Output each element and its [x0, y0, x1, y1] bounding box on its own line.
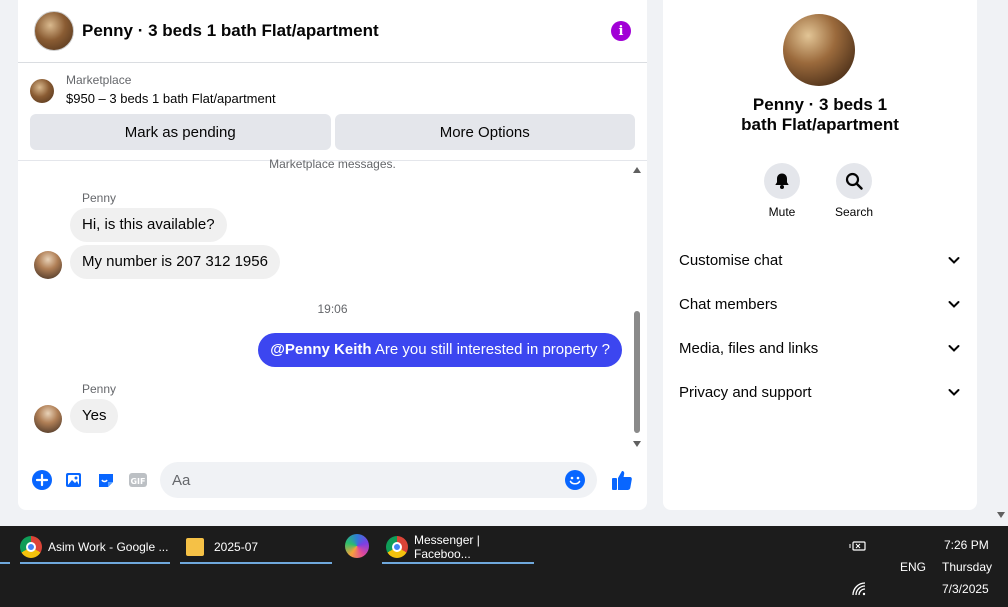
page-scroll-down-arrow[interactable]	[997, 512, 1005, 518]
message-list[interactable]: Marketplace messages. Penny Hi, is this …	[18, 157, 647, 448]
taskbar-item-chrome-work[interactable]: Asim Work - Google ...	[20, 532, 170, 564]
clock-day[interactable]: Thursday	[942, 560, 992, 574]
task-label: 2025-07	[214, 540, 259, 554]
marketplace-bar: Marketplace $950 – 3 beds 1 bath Flat/ap…	[18, 63, 647, 150]
chat-info-panel: Penny · 3 beds 1 bath Flat/apartment Mut…	[663, 0, 977, 510]
section-label: Customise chat	[679, 251, 783, 269]
message-scrollbar[interactable]	[633, 165, 642, 447]
section-privacy-support[interactable]: Privacy and support	[679, 376, 961, 408]
bell-icon	[775, 173, 789, 189]
task-label: Messenger | Faceboo...	[414, 533, 480, 561]
sender-avatar[interactable]	[34, 405, 62, 433]
mute-action[interactable]: Mute	[752, 163, 812, 219]
taskbar-item-folder[interactable]: 2025-07	[180, 532, 332, 564]
emoji-icon[interactable]	[565, 470, 585, 490]
taskbar: Asim Work - Google ... 2025-07 Messenger…	[0, 526, 1008, 607]
message-bubble-out[interactable]: @Penny Keith Are you still interested in…	[258, 333, 622, 367]
profile-avatar[interactable]	[783, 14, 855, 86]
section-label: Privacy and support	[679, 383, 812, 401]
svg-text:GIF: GIF	[130, 477, 145, 486]
mention[interactable]: @Penny Keith	[270, 341, 371, 358]
section-media-files-links[interactable]: Media, files and links	[679, 332, 961, 364]
chevron-down-icon	[948, 389, 960, 396]
sender-avatar[interactable]	[34, 251, 62, 279]
sender-name: Penny	[82, 382, 117, 396]
profile-title: Penny · 3 beds 1 bath Flat/apartment	[741, 95, 899, 134]
language-indicator[interactable]: ENG	[900, 560, 926, 574]
composer: GIF Aa	[18, 462, 647, 498]
photo-icon[interactable]	[64, 470, 84, 490]
thumbs-up-icon[interactable]	[611, 469, 633, 491]
message-bubble-in[interactable]: My number is 207 312 1956	[70, 245, 280, 279]
chevron-down-icon	[948, 257, 960, 264]
message-bubble-in[interactable]: Yes	[70, 399, 119, 433]
mute-label: Mute	[768, 205, 796, 219]
message-timestamp: 19:06	[317, 302, 348, 316]
chat-title[interactable]: Penny · 3 beds 1 bath Flat/apartment	[82, 21, 611, 41]
section-chat-members[interactable]: Chat members	[679, 288, 961, 320]
chevron-down-icon	[948, 301, 960, 308]
message-input-placeholder: Aa	[172, 471, 191, 489]
message-text: Are you still interested in property ?	[374, 341, 610, 358]
search-button[interactable]	[836, 163, 872, 199]
chrome-icon	[20, 536, 42, 558]
listing-avatar[interactable]	[34, 11, 74, 51]
folder-icon	[186, 538, 204, 556]
message-bubble-in[interactable]: Hi, is this available?	[70, 208, 227, 242]
task-label: Asim Work - Google ...	[48, 540, 169, 554]
section-label: Chat members	[679, 295, 778, 313]
gif-icon[interactable]: GIF	[128, 470, 148, 490]
marketplace-label: Marketplace	[66, 73, 132, 87]
search-action[interactable]: Search	[824, 163, 884, 219]
marketplace-note: Marketplace messages.	[269, 157, 396, 171]
chrome-icon	[386, 536, 408, 558]
listing-price: $950 – 3 beds 1 bath Flat/apartment	[66, 91, 276, 106]
sticker-icon[interactable]	[96, 470, 116, 490]
scroll-up-arrow[interactable]	[633, 167, 641, 173]
plus-circle-icon[interactable]	[32, 470, 52, 490]
more-options-button[interactable]: More Options	[334, 114, 635, 150]
message-input[interactable]: Aa	[160, 462, 597, 498]
chevron-down-icon	[948, 345, 960, 352]
battery-icon[interactable]	[849, 540, 867, 552]
marketplace-listing[interactable]: Marketplace $950 – 3 beds 1 bath Flat/ap…	[30, 72, 635, 109]
mark-as-pending-button[interactable]: Mark as pending	[30, 114, 331, 150]
info-icon[interactable]: i	[611, 21, 631, 41]
search-icon	[845, 172, 863, 190]
clock-date[interactable]: 7/3/2025	[942, 582, 989, 596]
chat-header: Penny · 3 beds 1 bath Flat/apartment i	[18, 0, 647, 63]
chat-panel: Penny · 3 beds 1 bath Flat/apartment i M…	[18, 0, 647, 510]
mute-button[interactable]	[764, 163, 800, 199]
clock-time[interactable]: 7:26 PM	[944, 538, 989, 552]
taskbar-item-partial[interactable]	[0, 532, 10, 564]
listing-thumbnail	[30, 78, 54, 103]
copilot-icon[interactable]	[345, 534, 369, 558]
section-label: Media, files and links	[679, 339, 819, 357]
search-label: Search	[834, 205, 874, 219]
sender-name: Penny	[82, 191, 117, 205]
taskbar-item-messenger[interactable]: Messenger | Faceboo...	[382, 532, 534, 564]
wifi-icon[interactable]	[852, 582, 866, 596]
scroll-thumb[interactable]	[634, 311, 640, 433]
scroll-down-arrow[interactable]	[633, 441, 641, 447]
section-customise-chat[interactable]: Customise chat	[679, 244, 961, 276]
